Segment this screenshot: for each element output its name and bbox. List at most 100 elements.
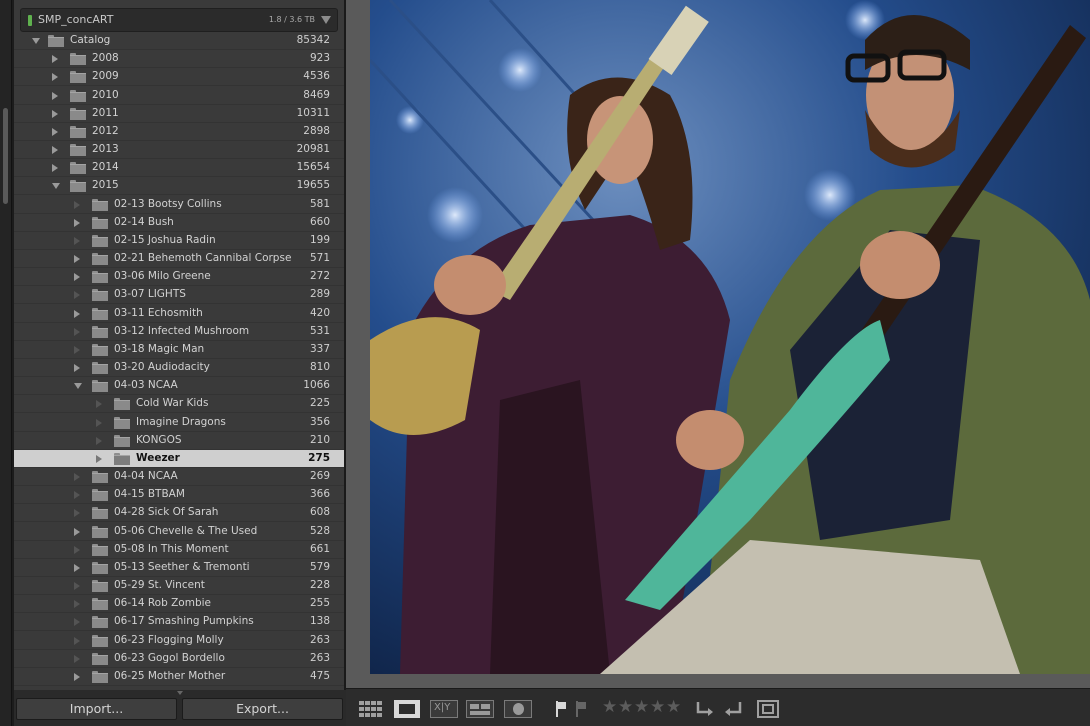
disclosure-collapsed-icon[interactable]: [74, 364, 80, 373]
disclosure-collapsed-icon[interactable]: [74, 491, 80, 500]
folder-row[interactable]: KONGOS 210: [14, 432, 344, 450]
rotate-right-icon[interactable]: [722, 700, 744, 718]
disclosure-collapsed-icon[interactable]: [74, 345, 80, 354]
disclosure-collapsed-icon[interactable]: [74, 236, 80, 245]
disclosure-collapsed-icon[interactable]: [74, 309, 80, 318]
disclosure-collapsed-icon[interactable]: [96, 436, 102, 445]
disclosure-collapsed-icon[interactable]: [74, 273, 80, 282]
disclosure-collapsed-icon[interactable]: [52, 91, 58, 100]
folder-row[interactable]: 04-04 NCAA 269: [14, 468, 344, 487]
folder-row[interactable]: 05-08 In This Moment 661: [14, 541, 344, 559]
disclosure-collapsed-icon[interactable]: [74, 672, 80, 681]
folder-row[interactable]: 04-28 Sick Of Sarah 608: [14, 504, 344, 523]
folder-row[interactable]: 02-21 Behemoth Cannibal Corpse 571: [14, 250, 344, 269]
folder-row[interactable]: 06-23 Gogol Bordello 263: [14, 650, 344, 668]
folder-row[interactable]: 03-18 Magic Man 337: [14, 341, 344, 359]
folder-row[interactable]: 2010 8469: [14, 87, 344, 105]
panel-scrollbar[interactable]: [3, 108, 8, 204]
disclosure-collapsed-icon[interactable]: [74, 218, 80, 227]
folder-name: 02-14 Bush: [114, 215, 174, 228]
folder-row[interactable]: 2012 2898: [14, 123, 344, 141]
disclosure-collapsed-icon[interactable]: [74, 509, 80, 518]
disclosure-collapsed-icon[interactable]: [74, 654, 80, 663]
folder-row[interactable]: 03-06 Milo Greene 272: [14, 268, 344, 287]
folder-row-selected[interactable]: Weezer 275: [14, 449, 344, 468]
folder-row[interactable]: 2015 19655: [14, 177, 344, 196]
disclosure-collapsed-icon[interactable]: [74, 582, 80, 591]
disclosure-collapsed-icon[interactable]: [74, 636, 80, 645]
disclosure-expanded-icon[interactable]: [32, 38, 40, 44]
people-view-icon[interactable]: [504, 700, 532, 718]
disclosure-collapsed-icon[interactable]: [74, 200, 80, 209]
folder-photo-count: 608: [309, 506, 330, 519]
folder-row[interactable]: 02-14 Bush 660: [14, 214, 344, 232]
flag-reject-icon[interactable]: [574, 700, 588, 718]
folder-row[interactable]: 03-07 LIGHTS 289: [14, 286, 344, 305]
disclosure-collapsed-icon[interactable]: [74, 618, 80, 627]
compare-view-icon[interactable]: X|Y: [430, 700, 458, 718]
disclosure-collapsed-icon[interactable]: [74, 255, 80, 264]
disclosure-collapsed-icon[interactable]: [96, 400, 102, 409]
disclosure-expanded-icon[interactable]: [52, 183, 60, 190]
disclosure-collapsed-icon[interactable]: [52, 164, 58, 173]
disclosure-collapsed-icon[interactable]: [74, 327, 80, 336]
folder-row[interactable]: 2009 4536: [14, 68, 344, 87]
folder-row[interactable]: 05-29 St. Vincent 228: [14, 577, 344, 596]
disclosure-collapsed-icon[interactable]: [52, 55, 58, 64]
crop-overlay-icon[interactable]: [756, 700, 780, 718]
disclosure-collapsed-icon[interactable]: [74, 291, 80, 300]
folder-row[interactable]: 06-23 Flogging Molly 263: [14, 632, 344, 650]
folder-row[interactable]: 2013 20981: [14, 141, 344, 160]
rating-star-3[interactable]: ★: [634, 697, 649, 717]
export-button[interactable]: Export...: [182, 698, 343, 720]
folder-row[interactable]: 2014 15654: [14, 159, 344, 178]
disclosure-expanded-icon[interactable]: [74, 383, 82, 390]
folder-row[interactable]: 06-25 Mother Mother 475: [14, 668, 344, 686]
disclosure-collapsed-icon[interactable]: [96, 454, 102, 463]
panel-collapse-icon[interactable]: [177, 691, 183, 695]
folder-row[interactable]: 04-15 BTBAM 366: [14, 486, 344, 505]
folder-row[interactable]: 03-20 Audiodacity 810: [14, 359, 344, 378]
folder-photo-count: 85342: [296, 34, 330, 46]
disclosure-collapsed-icon[interactable]: [74, 527, 80, 536]
folder-row[interactable]: 03-12 Infected Mushroom 531: [14, 323, 344, 341]
folder-row[interactable]: 06-14 Rob Zombie 255: [14, 595, 344, 614]
disclosure-collapsed-icon[interactable]: [74, 545, 80, 554]
flag-pick-icon[interactable]: [554, 700, 568, 718]
folder-row[interactable]: 2011 10311: [14, 105, 344, 123]
folder-row[interactable]: 05-06 Chevelle & The Used 528: [14, 523, 344, 541]
rating-star-5[interactable]: ★: [666, 697, 681, 717]
rating-star-1[interactable]: ★: [602, 697, 617, 717]
volume-header[interactable]: SMP_concART 1.8 / 3.6 TB: [20, 8, 338, 32]
disclosure-collapsed-icon[interactable]: [52, 73, 58, 82]
rating-star-2[interactable]: ★: [618, 697, 633, 717]
folder-row[interactable]: 04-03 NCAA 1066: [14, 377, 344, 396]
disclosure-collapsed-icon[interactable]: [74, 563, 80, 572]
loupe-view-icon[interactable]: [394, 700, 420, 718]
rotate-left-icon[interactable]: [694, 700, 716, 718]
disclosure-collapsed-icon[interactable]: [52, 146, 58, 155]
folder-row[interactable]: 02-13 Bootsy Collins 581: [14, 196, 344, 214]
loupe-photo[interactable]: [370, 0, 1090, 674]
disclosure-collapsed-icon[interactable]: [52, 109, 58, 118]
folder-row[interactable]: Imagine Dragons 356: [14, 414, 344, 432]
grid-view-icon[interactable]: [358, 700, 384, 718]
disclosure-collapsed-icon[interactable]: [52, 127, 58, 136]
survey-view-icon[interactable]: [466, 700, 494, 718]
folder-row[interactable]: Cold War Kids 225: [14, 395, 344, 414]
folder-row[interactable]: Catalog 85342: [14, 32, 344, 50]
folder-row[interactable]: 05-13 Seether & Tremonti 579: [14, 559, 344, 577]
volume-menu-triangle-icon[interactable]: [321, 16, 331, 24]
disclosure-collapsed-icon[interactable]: [74, 600, 80, 609]
disclosure-collapsed-icon[interactable]: [96, 418, 102, 427]
folder-name: 05-13 Seether & Tremonti: [114, 560, 250, 573]
rating-stars[interactable]: ★ ★ ★ ★ ★: [602, 689, 682, 726]
folder-row[interactable]: 2008 923: [14, 50, 344, 69]
import-button[interactable]: Import...: [16, 698, 177, 720]
disclosure-collapsed-icon[interactable]: [74, 473, 80, 482]
rating-star-4[interactable]: ★: [650, 697, 665, 717]
folder-row[interactable]: 06-17 Smashing Pumpkins 138: [14, 613, 344, 632]
folder-name: 02-15 Joshua Radin: [114, 233, 216, 246]
folder-row[interactable]: 02-15 Joshua Radin 199: [14, 232, 344, 250]
folder-row[interactable]: 03-11 Echosmith 420: [14, 305, 344, 323]
